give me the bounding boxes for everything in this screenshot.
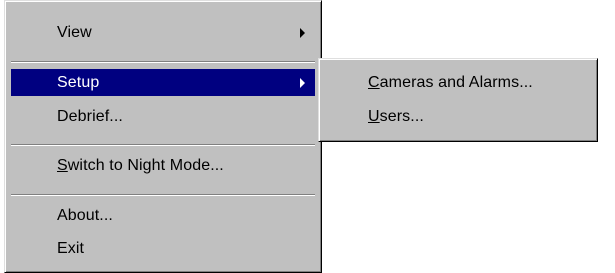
submenu-item-users[interactable]: Users... xyxy=(324,103,592,130)
menu-item-exit[interactable]: Exit xyxy=(11,235,315,262)
setup-submenu: Cameras and Alarms... Users... xyxy=(318,58,598,142)
mnemonic-letter: S xyxy=(57,156,68,174)
main-menu: View Setup Debrief... Switch to Night Mo… xyxy=(4,0,322,273)
submenu-item-users-label: Users... xyxy=(368,108,424,126)
chevron-right-icon xyxy=(300,77,305,88)
label-rest: witch to Night Mode... xyxy=(67,156,224,174)
menu-separator xyxy=(11,194,315,196)
label-rest: ameras and Alarms... xyxy=(379,73,533,91)
menu-separator xyxy=(11,144,315,146)
label-rest: sers... xyxy=(379,107,424,125)
screen: View Setup Debrief... Switch to Night Mo… xyxy=(0,0,615,273)
mnemonic-letter: C xyxy=(368,73,380,91)
submenu-item-cameras-alarms[interactable]: Cameras and Alarms... xyxy=(324,69,592,96)
menu-item-debrief-label: Debrief... xyxy=(57,107,123,125)
menu-item-about-label: About... xyxy=(57,206,113,224)
menu-item-switch-night-mode[interactable]: Switch to Night Mode... xyxy=(11,152,315,179)
menu-item-switch-night-mode-label: Switch to Night Mode... xyxy=(57,157,224,175)
menu-item-view[interactable]: View xyxy=(11,19,315,46)
menu-item-exit-label: Exit xyxy=(57,239,85,257)
menu-item-debrief[interactable]: Debrief... xyxy=(11,103,315,130)
chevron-right-icon xyxy=(300,27,305,38)
submenu-item-cameras-alarms-label: Cameras and Alarms... xyxy=(368,74,533,92)
menu-item-about[interactable]: About... xyxy=(11,202,315,229)
menu-item-setup[interactable]: Setup xyxy=(11,69,315,96)
menu-item-view-label: View xyxy=(57,23,92,41)
menu-separator xyxy=(11,61,315,63)
mnemonic-letter: U xyxy=(368,107,380,125)
menu-item-setup-label: Setup xyxy=(57,73,100,91)
